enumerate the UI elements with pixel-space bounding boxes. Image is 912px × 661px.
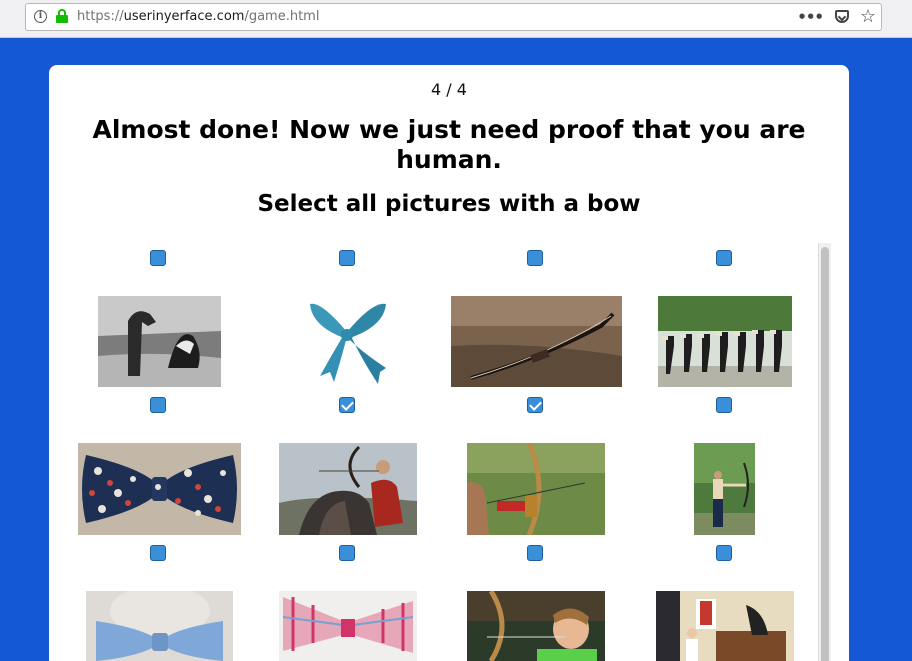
bookmark-star-icon[interactable]: ☆ xyxy=(860,6,876,27)
header-checkbox[interactable] xyxy=(716,250,732,266)
mounted-archer-image[interactable] xyxy=(279,443,417,535)
plaid-bow-tie-image[interactable] xyxy=(279,591,417,661)
step-counter: 4 / 4 xyxy=(431,80,467,99)
archer-drawing-bow-image[interactable] xyxy=(467,443,605,535)
url-host: userinyerface.com xyxy=(123,9,245,24)
image-checkbox[interactable] xyxy=(150,545,166,561)
captcha-instruction: Select all pictures with a bow xyxy=(257,191,641,217)
seal-icebergs-image[interactable] xyxy=(98,296,221,387)
header-checkbox[interactable] xyxy=(527,250,543,266)
scrollbar[interactable] xyxy=(818,243,831,661)
url-path: /game.html xyxy=(244,9,320,24)
image-checkbox[interactable] xyxy=(716,397,732,413)
longbow-on-ground-image[interactable] xyxy=(451,296,622,387)
office-meeting-image[interactable] xyxy=(656,591,794,661)
blue-bow-tie-teddy-image[interactable] xyxy=(86,591,233,661)
image-checkbox[interactable] xyxy=(339,397,355,413)
pocket-icon[interactable] xyxy=(835,10,849,23)
header-checkbox[interactable] xyxy=(339,250,355,266)
header-checkbox[interactable] xyxy=(150,250,166,266)
browser-toolbar: i https://userinyerface.com/game.html ••… xyxy=(0,0,912,38)
info-icon[interactable]: i xyxy=(34,10,47,23)
address-bar[interactable]: i https://userinyerface.com/game.html ••… xyxy=(25,3,882,31)
captcha-card: 4 / 4 Almost done! Now we just need proo… xyxy=(49,65,849,661)
lock-icon[interactable] xyxy=(56,9,68,23)
image-checkbox[interactable] xyxy=(716,545,732,561)
scrollbar-thumb[interactable] xyxy=(821,247,829,661)
image-checkbox[interactable] xyxy=(527,397,543,413)
blue-ribbon-bow-image[interactable] xyxy=(306,296,388,387)
image-checkbox[interactable] xyxy=(150,397,166,413)
more-actions-icon[interactable]: ••• xyxy=(797,8,824,26)
page-title: Almost done! Now we just need proof that… xyxy=(92,115,806,174)
archer-girl-image[interactable] xyxy=(694,443,755,535)
image-checkbox[interactable] xyxy=(527,545,543,561)
image-checkbox[interactable] xyxy=(339,545,355,561)
url-prefix: https:// xyxy=(77,9,124,24)
boy-archer-image[interactable] xyxy=(467,591,605,661)
floral-bow-tie-image[interactable] xyxy=(78,443,241,535)
url-text[interactable]: https://userinyerface.com/game.html xyxy=(77,9,319,24)
people-bowing-image[interactable] xyxy=(658,296,792,387)
